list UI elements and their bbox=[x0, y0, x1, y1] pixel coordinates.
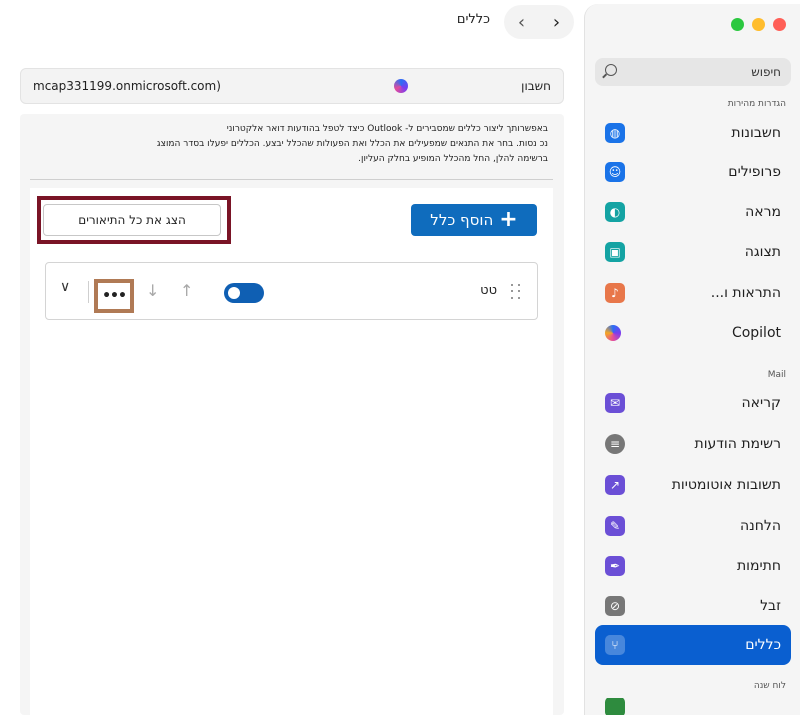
sidebar-item-notifications[interactable]: ♪ התראות ו... bbox=[595, 274, 791, 312]
rule-enabled-toggle[interactable] bbox=[224, 283, 264, 303]
account-label: חשבון bbox=[521, 79, 551, 93]
sidebar-item-label: מראה bbox=[745, 204, 781, 220]
message-list-icon: ≡ bbox=[605, 434, 625, 454]
description-line: באפשרותך ליצור כללים שמסבירים ל- Outlook… bbox=[226, 124, 548, 134]
minimize-button[interactable] bbox=[752, 18, 765, 31]
sidebar-item-layout[interactable]: ▣ תצוגה bbox=[595, 233, 791, 271]
bell-icon: ♪ bbox=[605, 283, 625, 303]
forward-icon[interactable]: › bbox=[553, 12, 560, 33]
layout-icon: ▣ bbox=[605, 242, 625, 262]
sidebar-item-label: פרופילים bbox=[728, 164, 781, 180]
page-title: כללים bbox=[456, 12, 490, 27]
add-rule-label: הוסף כלל bbox=[430, 211, 494, 229]
sidebar-item-label: זבל bbox=[760, 598, 781, 614]
palette-icon: ◐ bbox=[605, 202, 625, 222]
sidebar-item-label: חשבונות bbox=[731, 125, 781, 141]
show-all-label: הצג את כל התיאורים bbox=[78, 213, 186, 227]
globe-icon: ◍ bbox=[605, 123, 625, 143]
sidebar-item-calendar-partial[interactable] bbox=[595, 698, 791, 715]
account-selector[interactable]: mcap331199.onmicrosoft.com) חשבון bbox=[20, 68, 564, 104]
envelope-open-icon: ✉ bbox=[605, 393, 625, 413]
rules-panel: באפשרותך ליצור כללים שמסבירים ל- Outlook… bbox=[20, 114, 564, 715]
section-label-quick-settings: הגדרות מהירות bbox=[727, 99, 786, 109]
window-controls bbox=[731, 18, 786, 31]
sidebar-item-junk[interactable]: ⊘ זבל bbox=[595, 587, 791, 625]
signature-icon: ✒ bbox=[605, 556, 625, 576]
rules-list-area: + הוסף כלל הצג את כל התיאורים טט ↑ ↓ •••… bbox=[30, 188, 553, 715]
sidebar-item-reading[interactable]: ✉ קריאה bbox=[595, 384, 791, 422]
move-up-icon[interactable]: ↑ bbox=[180, 281, 193, 300]
sidebar-item-rules[interactable]: ⑂ כללים bbox=[595, 625, 791, 665]
show-all-descriptions-button[interactable]: הצג את כל התיאורים bbox=[43, 204, 221, 236]
profile-icon: ☺ bbox=[605, 162, 625, 182]
search-placeholder: חיפוש bbox=[751, 65, 781, 79]
nav-arrows: ‹ › bbox=[504, 5, 574, 39]
chevron-down-icon[interactable]: ∨ bbox=[60, 279, 70, 295]
sidebar-item-profiles[interactable]: ☺ פרופילים bbox=[595, 153, 791, 191]
sidebar-item-label: כללים bbox=[745, 637, 781, 653]
drag-handle-icon[interactable] bbox=[511, 284, 521, 300]
junk-icon: ⊘ bbox=[605, 596, 625, 616]
sidebar-item-signatures[interactable]: ✒ חתימות bbox=[595, 547, 791, 585]
sidebar-item-label: התראות ו... bbox=[710, 285, 781, 301]
sidebar-item-label: תשובות אוטומטיות bbox=[671, 477, 781, 493]
rules-description: באפשרותך ליצור כללים שמסבירים ל- Outlook… bbox=[38, 122, 548, 167]
description-line: ברשימה להלן, החל מהכלל המופיע בחלק העליו… bbox=[358, 154, 548, 164]
description-line: נכ נסות. בחר את התנאים שמפעילים את הכלל … bbox=[156, 139, 548, 149]
sidebar-item-label: Copilot bbox=[731, 325, 781, 341]
sidebar-item-message-list[interactable]: ≡ רשימת הודעות bbox=[595, 425, 791, 463]
back-icon[interactable]: ‹ bbox=[518, 12, 525, 33]
plus-icon: + bbox=[499, 207, 518, 232]
add-rule-button[interactable]: + הוסף כלל bbox=[411, 204, 537, 236]
sidebar-item-label: קריאה bbox=[741, 395, 781, 411]
search-icon bbox=[605, 64, 617, 76]
sidebar-item-auto-replies[interactable]: ↗ תשובות אוטומטיות bbox=[595, 466, 791, 504]
close-button[interactable] bbox=[773, 18, 786, 31]
sidebar-item-compose[interactable]: ✎ הלחנה bbox=[595, 507, 791, 545]
account-email: mcap331199.onmicrosoft.com) bbox=[33, 79, 221, 93]
rule-row[interactable]: טט ↑ ↓ ••• ∨ bbox=[45, 262, 538, 320]
sidebar-item-label: הלחנה bbox=[739, 518, 781, 534]
settings-sidebar: חיפוש הגדרות מהירות ◍ חשבונות ☺ פרופילים… bbox=[584, 4, 800, 715]
sidebar-item-label: חתימות bbox=[736, 558, 781, 574]
compose-icon: ✎ bbox=[605, 516, 625, 536]
highlight-box: ••• bbox=[94, 279, 134, 313]
sidebar-item-accounts[interactable]: ◍ חשבונות bbox=[595, 114, 791, 152]
separator bbox=[88, 281, 89, 303]
move-down-icon[interactable]: ↓ bbox=[146, 281, 159, 300]
section-label-calendar: לוח שנה bbox=[753, 681, 786, 691]
rule-name: טט bbox=[480, 283, 497, 298]
search-input[interactable]: חיפוש bbox=[595, 58, 791, 86]
sidebar-item-label: תצוגה bbox=[744, 244, 781, 260]
sidebar-item-label: רשימת הודעות bbox=[694, 436, 782, 452]
calendar-icon bbox=[605, 698, 625, 715]
microsoft365-icon bbox=[394, 79, 408, 93]
reply-icon: ↗ bbox=[605, 475, 625, 495]
rules-icon: ⑂ bbox=[605, 635, 625, 655]
more-options-icon[interactable]: ••• bbox=[98, 283, 130, 309]
highlight-box: הצג את כל התיאורים bbox=[37, 196, 231, 244]
sidebar-item-appearance[interactable]: ◐ מראה bbox=[595, 193, 791, 231]
maximize-button[interactable] bbox=[731, 18, 744, 31]
divider bbox=[30, 179, 553, 180]
copilot-icon bbox=[605, 325, 621, 341]
sidebar-item-copilot[interactable]: Copilot bbox=[595, 314, 791, 352]
section-label-mail: Mail bbox=[767, 370, 786, 380]
